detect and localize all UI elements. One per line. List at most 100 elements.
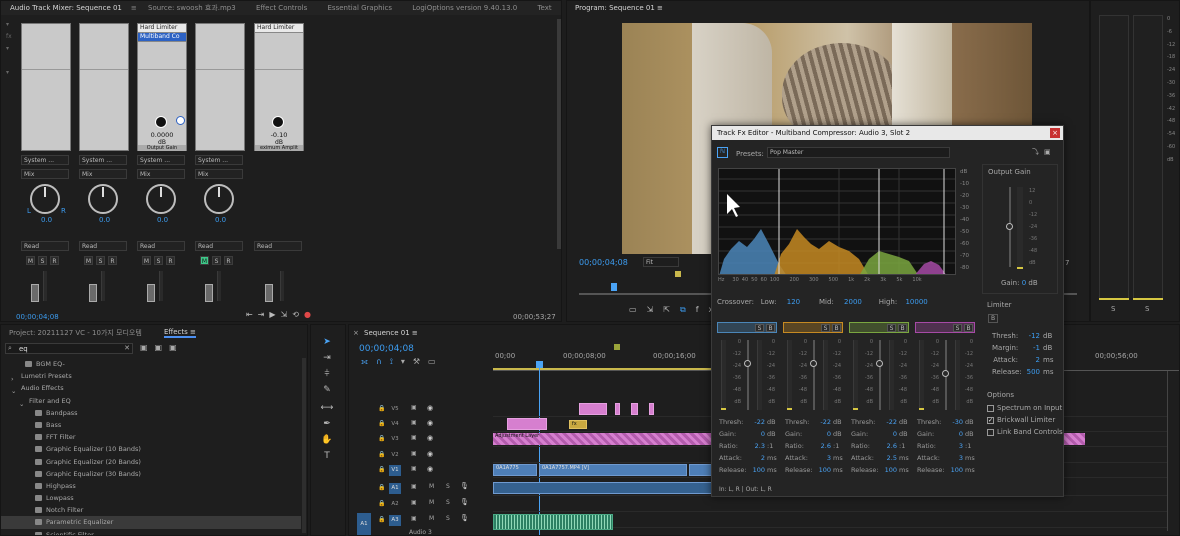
record-button-2[interactable]: R — [108, 256, 117, 265]
effects-tree-item[interactable]: FFT Filter — [1, 431, 301, 443]
project-tab[interactable]: Project: 20211127 VC - 10가지 모디오템 — [9, 328, 142, 338]
track-header[interactable]: 🔒 V2 ▣ ◉ — [349, 449, 492, 463]
band-gain-value[interactable]: 0 — [873, 430, 897, 438]
track-label[interactable]: A3 — [389, 515, 401, 526]
clip-v5-b[interactable] — [615, 403, 620, 415]
presets-dropdown[interactable]: Pop Master — [767, 147, 950, 158]
spectrum-graph[interactable] — [718, 168, 956, 275]
band-thresh-value[interactable]: -22 — [807, 418, 831, 426]
mute-track-button[interactable]: M — [429, 515, 434, 522]
plugin-icon[interactable]: ℕ — [717, 147, 728, 158]
tab-logioptions[interactable]: LogiOptions version 9.40.13.0 — [403, 1, 526, 15]
timeline-playhead[interactable] — [539, 361, 540, 535]
spectrum-checkbox[interactable] — [987, 404, 994, 412]
timeline-h-scrollbar[interactable] — [1167, 371, 1173, 531]
track-header[interactable]: 🔒 V5 ▣ ◉ — [349, 403, 492, 417]
effect-slot-area-3[interactable]: Hard Limiter Multiband Co 0.0000 dB Outp… — [137, 23, 187, 151]
band-release-value[interactable]: 100 — [939, 466, 963, 474]
limiter-attack-value[interactable]: 2 — [1020, 356, 1040, 364]
track-header[interactable]: 🔒 V4 ▣ ◉ — [349, 418, 492, 432]
band-gain-value[interactable]: 0 — [939, 430, 963, 438]
mic-icon[interactable]: 🎙 — [460, 498, 469, 506]
track-label[interactable]: V4 — [389, 419, 401, 430]
automation-dropdown-2[interactable]: Read — [79, 241, 127, 251]
effects-tab[interactable]: Effects ≡ — [164, 328, 196, 338]
band-solo-button[interactable]: S — [755, 324, 764, 332]
tab-effect-controls[interactable]: Effect Controls — [247, 1, 316, 15]
lock-icon[interactable]: 🔒 — [378, 420, 385, 427]
volume-fader-4[interactable] — [205, 284, 213, 302]
band-ratio-value[interactable]: 3 — [939, 442, 963, 450]
mixer-scrollbar[interactable] — [557, 19, 561, 249]
band-attack-value[interactable]: 3 — [807, 454, 831, 462]
effects-tree-item[interactable]: BGM EQ- — [1, 358, 301, 370]
record-button-4[interactable]: R — [224, 256, 233, 265]
solo-track-button[interactable]: S — [446, 483, 450, 490]
routing-dropdown-2[interactable]: System ... — [79, 155, 127, 165]
limiter-thresh-value[interactable]: -12 — [1020, 332, 1040, 340]
band-bypass-button[interactable]: B — [964, 324, 973, 332]
band-solo-button[interactable]: S — [953, 324, 962, 332]
solo-button-4[interactable]: S — [212, 256, 221, 265]
routing-dropdown-1[interactable]: System ... — [21, 155, 69, 165]
band-thresh-value[interactable]: -22 — [741, 418, 765, 426]
clip-v1-a[interactable]: 0A1A775 — [493, 464, 537, 476]
sync-icon[interactable]: ▣ — [411, 499, 417, 506]
track-label[interactable]: V5 — [389, 404, 401, 415]
automation-dropdown-4[interactable]: Read — [195, 241, 243, 251]
track-select-icon[interactable]: ⇥ — [320, 353, 334, 366]
playhead-marker[interactable] — [611, 283, 617, 291]
program-title[interactable]: Program: Sequence 01 ≡ — [575, 4, 663, 12]
band-attack-value[interactable]: 3 — [939, 454, 963, 462]
solo-button-1[interactable]: S — [38, 256, 47, 265]
band-solo-button[interactable]: S — [821, 324, 830, 332]
band-solo-button[interactable]: S — [887, 324, 896, 332]
volume-fader-1[interactable] — [31, 284, 39, 302]
tab-text[interactable]: Text — [528, 1, 560, 15]
filter-icons[interactable]: ▣▣▣ — [140, 343, 184, 352]
band-ratio-value[interactable]: 2.6 — [873, 442, 897, 450]
output-gain-slider[interactable] — [1006, 223, 1013, 230]
sync-icon[interactable]: ▣ — [411, 515, 417, 522]
automation-dropdown-5[interactable]: Read — [254, 241, 302, 251]
eye-icon[interactable]: ◉ — [427, 419, 433, 427]
lock-icon[interactable]: 🔒 — [378, 466, 385, 473]
band-release-value[interactable]: 100 — [873, 466, 897, 474]
track-label[interactable]: A2 — [389, 499, 401, 510]
clip-v4-a[interactable] — [507, 418, 547, 430]
sync-icon[interactable]: ▣ — [411, 404, 417, 411]
effects-tree-item[interactable]: Graphic Equalizer (30 Bands) — [1, 468, 301, 480]
spectrum-option[interactable]: Spectrum on Input — [982, 402, 1062, 414]
program-controls[interactable]: ▭⇲⇱⧉fx — [629, 305, 723, 315]
lock-icon[interactable]: 🔒 — [378, 516, 385, 523]
automation-dropdown-3[interactable]: Read — [137, 241, 185, 251]
mute-button-3[interactable]: M — [142, 256, 151, 265]
fit-dropdown[interactable]: Fit — [643, 257, 679, 267]
band-threshold-slider[interactable] — [744, 360, 751, 367]
search-box[interactable]: ⌕ eq ✕ — [5, 343, 133, 354]
volume-fader-2[interactable] — [89, 284, 97, 302]
tab-audio-track-mixer[interactable]: Audio Track Mixer: Sequence 01 — [1, 1, 131, 15]
band-release-value[interactable]: 100 — [741, 466, 765, 474]
limiter-knob-icon[interactable] — [272, 116, 284, 128]
tab-essential-graphics[interactable]: Essential Graphics — [319, 1, 402, 15]
meter-solo-1[interactable]: S — [1111, 305, 1115, 313]
band-release-value[interactable]: 100 — [807, 466, 831, 474]
playhead-head[interactable] — [536, 361, 543, 368]
sync-icon[interactable]: ▣ — [411, 434, 417, 441]
track-label[interactable]: V3 — [389, 434, 401, 445]
solo-track-button[interactable]: S — [446, 515, 450, 522]
pen-icon[interactable]: ✒ — [320, 419, 334, 432]
effect-slot-area-4[interactable] — [195, 23, 245, 151]
sync-icon[interactable]: ▣ — [411, 419, 417, 426]
clip-a3-audio[interactable] — [493, 514, 613, 530]
volume-fader-5[interactable] — [265, 284, 273, 302]
effects-tree-item[interactable]: Bandpass — [1, 407, 301, 419]
clear-search-icon[interactable]: ✕ — [124, 344, 130, 352]
tab-source[interactable]: Source: swoosh 효과.mp3 — [139, 1, 245, 15]
og-gain-value[interactable]: 0 — [1022, 279, 1026, 287]
effects-tree-item[interactable]: Notch Filter — [1, 504, 301, 516]
solo-button-3[interactable]: S — [154, 256, 163, 265]
track-header[interactable]: 🔒 V1 ▣ ◉ — [349, 464, 492, 478]
output-gain-knob-icon[interactable] — [155, 116, 167, 128]
